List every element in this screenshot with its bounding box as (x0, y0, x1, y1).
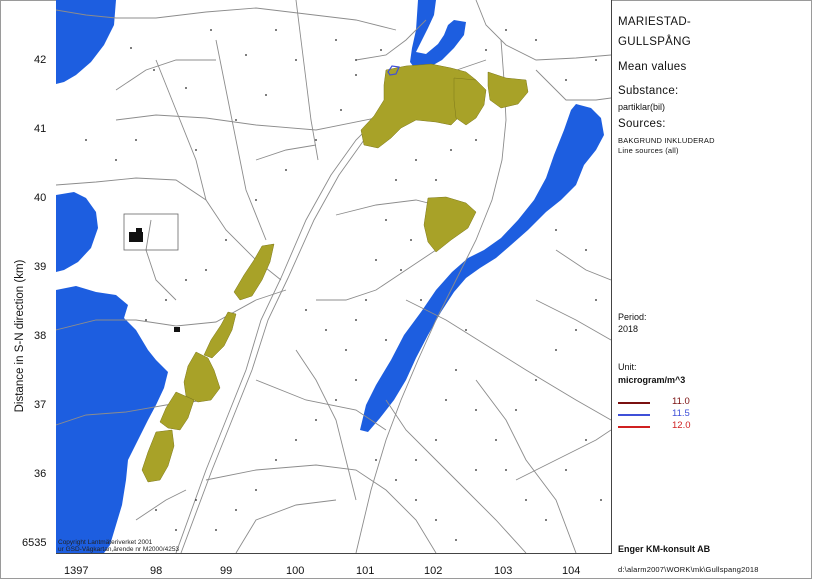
x-tick-104: 104 (562, 565, 581, 577)
urban-mid-east (423, 196, 477, 253)
urban-strip-4 (159, 391, 195, 431)
substance-label: Substance: (618, 85, 679, 97)
period-value: 2018 (618, 324, 639, 334)
y-tick-40: 40 (34, 192, 47, 204)
lake-southeast-narrow (360, 104, 604, 432)
x-tick-101: 101 (356, 565, 375, 577)
legend-value-11-0: 11.0 (672, 396, 690, 407)
building-block (129, 232, 143, 242)
x-axis-line (56, 553, 612, 554)
y-tick-41: 41 (34, 123, 47, 135)
river-north (410, 0, 466, 70)
y-tick-42: 42 (34, 54, 47, 66)
road-network (56, 0, 611, 553)
unit-value: microgram/m^3 (618, 375, 686, 385)
x-tick-100: 100 (286, 565, 305, 577)
x-tick-98: 98 (150, 565, 163, 577)
x-tick-103: 103 (494, 565, 513, 577)
lake-northwest (56, 0, 116, 84)
y-tick-37: 37 (34, 399, 47, 411)
urban-strip-1 (233, 243, 275, 301)
copyright-line-1: Copyright Lantmäteriverket 2001 (58, 539, 153, 546)
legend-value-12-0: 12.0 (672, 420, 691, 431)
y-axis-label: Distance in S-N direction (km) (14, 259, 26, 413)
urban-north-east (453, 77, 487, 126)
x-tick-99: 99 (220, 565, 233, 577)
sources-label: Sources: (618, 118, 666, 130)
building-block-small (136, 228, 142, 233)
title-line-2: GULLSPÅNG (618, 36, 692, 48)
x-tick-1397: 1397 (64, 565, 89, 577)
source-2: Line sources (all) (618, 146, 679, 155)
substance-value: partiklar(bil) (618, 102, 666, 112)
map-canvas (56, 0, 611, 553)
title-line-1: MARIESTAD- (618, 16, 692, 28)
x-tick-102: 102 (424, 565, 443, 577)
map-area[interactable] (56, 0, 612, 553)
copyright-line-2: ur GSD-Vägkartan,ärende nr M2000/4253 (58, 546, 180, 553)
urban-strip-2 (203, 311, 237, 359)
y-tick-38: 38 (34, 330, 47, 342)
file-path: d:\alarm2007\WORK\mk\Gullspang2018 (618, 565, 759, 574)
urban-far-east (487, 71, 529, 109)
legend-line-12-0 (618, 426, 650, 428)
urban-strip-5 (141, 429, 175, 483)
y-tick-origin: 6535 (22, 537, 47, 549)
info-panel: MARIESTAD- GULLSPÅNG Mean values Substan… (612, 0, 812, 579)
unit-label: Unit: (618, 362, 637, 372)
y-tick-36: 36 (34, 468, 47, 480)
period-label: Period: (618, 312, 647, 322)
legend-line-11-5 (618, 414, 650, 416)
subtitle: Mean values (618, 61, 687, 73)
building-marker (174, 327, 180, 332)
source-1: BAKGRUND INKLUDERAD (618, 136, 715, 145)
urban-strip-3 (183, 351, 221, 403)
y-tick-39: 39 (34, 261, 47, 273)
legend-line-11-0 (618, 402, 650, 404)
legend-value-11-5: 11.5 (672, 408, 690, 419)
lake-west-middle (56, 192, 98, 272)
company-name: Enger KM-konsult AB (618, 544, 711, 554)
